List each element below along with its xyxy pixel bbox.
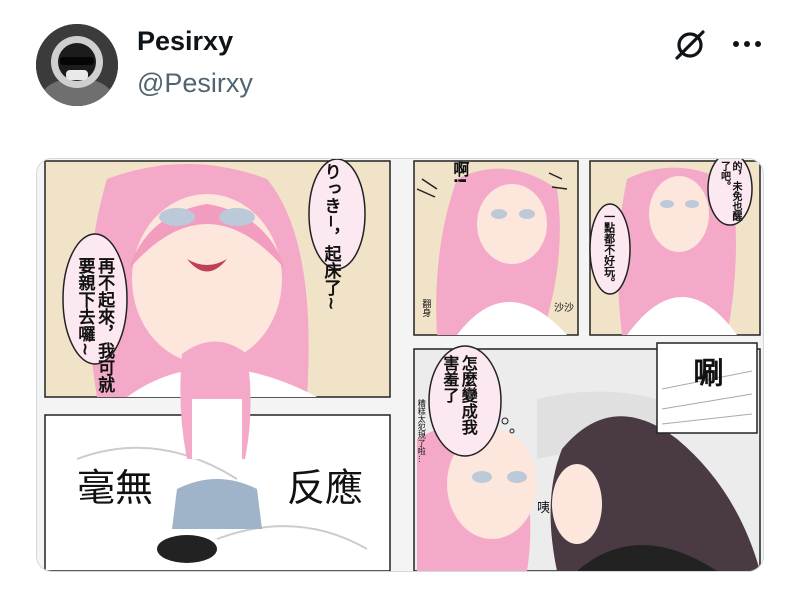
panel1-bubble-top: りっき−，起床了~ — [320, 163, 341, 311]
panel2-sfx: 沙沙 — [554, 303, 574, 314]
avatar[interactable] — [36, 24, 118, 106]
panel3-bubble-top: 的，未免也醒了吧。 — [718, 161, 742, 221]
more-button[interactable] — [727, 30, 767, 58]
panel5-bubble: 怎麼變成我害羞了 — [440, 355, 478, 435]
panel5-sfx: 咦 — [537, 501, 551, 516]
display-name[interactable]: Pesirxy — [137, 26, 233, 57]
user-handle[interactable]: @Pesirxy — [137, 68, 253, 99]
avatar-image — [36, 24, 118, 106]
panel4-caption-right: 反應 — [287, 466, 364, 510]
panel4-caption-left: 毫無 — [77, 466, 154, 510]
panel1-bubble-left: 再不起來，我可就要親下去囉~ — [74, 257, 115, 393]
panel2-sfx-side: 翻身 — [420, 299, 431, 317]
grok-button[interactable] — [672, 27, 708, 63]
panel3-bubble: 一點都不好玩。 — [602, 211, 616, 288]
more-dots-icon — [733, 41, 761, 47]
grok-icon — [675, 30, 705, 60]
panel5-shout: 唰 — [687, 357, 723, 387]
panel5-side-note: 糟糕太犯規了啦... — [417, 399, 427, 463]
panel2-shout: 啊! — [450, 161, 470, 185]
tweet-media-image[interactable]: りっき−，起床了~ 再不起來，我可就要親下去囉~ 啊! 沙沙 翻身 的，未免也醒… — [36, 158, 764, 572]
